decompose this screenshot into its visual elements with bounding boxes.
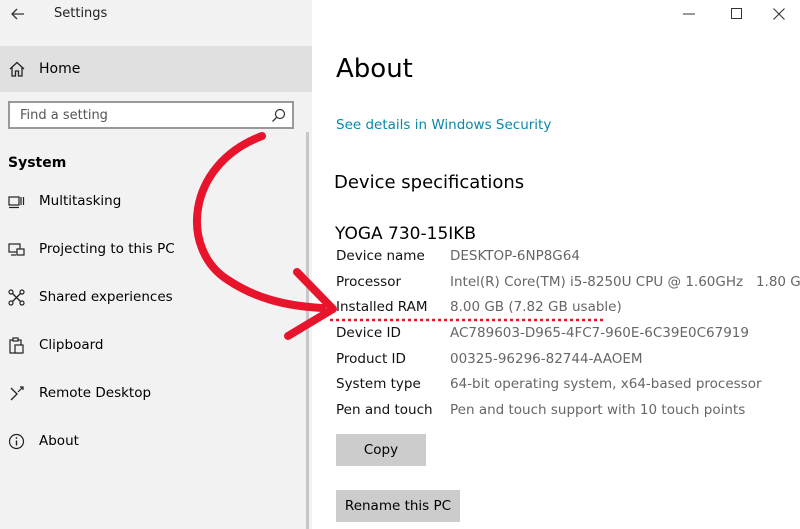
device-model-name: YOGA 730-15IKB bbox=[335, 224, 477, 244]
spec-label: System type bbox=[336, 376, 421, 392]
maximize-icon bbox=[731, 8, 742, 19]
spec-label: Installed RAM bbox=[336, 299, 428, 315]
search-icon[interactable] bbox=[271, 108, 286, 123]
sidebar-item-label: Shared experiences bbox=[39, 289, 173, 305]
close-icon bbox=[773, 8, 785, 20]
home-icon bbox=[8, 60, 26, 78]
spec-row-pen-touch: Pen and touch Pen and touch support with… bbox=[336, 402, 796, 424]
page-title: About bbox=[336, 54, 413, 84]
sidebar-item-label: About bbox=[39, 433, 79, 449]
sidebar-item-label: Multitasking bbox=[39, 193, 122, 209]
nav-home[interactable]: Home bbox=[0, 46, 312, 92]
sidebar-item-about[interactable]: About bbox=[0, 422, 312, 462]
arrow-left-icon bbox=[11, 8, 24, 20]
sidebar: Settings Home System Multita bbox=[0, 0, 312, 529]
back-button[interactable] bbox=[8, 4, 28, 24]
spec-label: Processor bbox=[336, 274, 402, 290]
spec-value: 8.00 GB (7.82 GB usable) bbox=[450, 299, 622, 315]
multitasking-icon bbox=[8, 193, 25, 210]
sidebar-item-clipboard[interactable]: Clipboard bbox=[0, 326, 312, 366]
spec-value: Pen and touch support with 10 touch poin… bbox=[450, 402, 746, 418]
sidebar-item-projecting[interactable]: Projecting to this PC bbox=[0, 230, 312, 270]
spec-row-installed-ram: Installed RAM 8.00 GB (7.82 GB usable) bbox=[336, 299, 796, 321]
spec-value: Intel(R) Core(TM) i5-8250U CPU @ 1.60GHz… bbox=[450, 274, 800, 290]
spec-value: 00325-96296-82744-AAOEM bbox=[450, 351, 643, 367]
close-button[interactable] bbox=[764, 2, 794, 26]
device-specs-heading: Device specifications bbox=[334, 172, 525, 193]
info-icon bbox=[8, 433, 25, 450]
projector-icon bbox=[8, 241, 25, 258]
copy-button[interactable]: Copy bbox=[336, 434, 426, 466]
clipboard-icon bbox=[8, 337, 25, 354]
sidebar-item-remote-desktop[interactable]: Remote Desktop bbox=[0, 374, 312, 414]
remote-desktop-icon bbox=[8, 385, 25, 402]
app-title: Settings bbox=[54, 6, 108, 21]
sidebar-item-label: Clipboard bbox=[39, 337, 104, 353]
sidebar-item-label: Remote Desktop bbox=[39, 385, 152, 401]
section-title-system: System bbox=[8, 155, 67, 171]
nav-home-label: Home bbox=[39, 61, 81, 77]
spec-label: Device ID bbox=[336, 325, 401, 341]
spec-row-processor: Processor Intel(R) Core(TM) i5-8250U CPU… bbox=[336, 274, 800, 296]
spec-row-system-type: System type 64-bit operating system, x64… bbox=[336, 376, 796, 398]
sidebar-item-multitasking[interactable]: Multitasking bbox=[0, 182, 312, 222]
spec-value: AC789603-D965-4FC7-960E-6C39E0C67919 bbox=[450, 325, 749, 341]
spec-row-product-id: Product ID 00325-96296-82744-AAOEM bbox=[336, 351, 796, 373]
sidebar-item-shared-experiences[interactable]: Shared experiences bbox=[0, 278, 312, 318]
sidebar-item-label: Projecting to this PC bbox=[39, 241, 175, 257]
windows-security-link[interactable]: See details in Windows Security bbox=[336, 117, 551, 133]
spec-row-device-name: Device name DESKTOP-6NP8G64 bbox=[336, 248, 796, 270]
rename-pc-button[interactable]: Rename this PC bbox=[336, 490, 460, 522]
spec-value: 64-bit operating system, x64-based proce… bbox=[450, 376, 762, 392]
sidebar-scrollbar[interactable] bbox=[306, 132, 309, 529]
spec-row-device-id: Device ID AC789603-D965-4FC7-960E-6C39E0… bbox=[336, 325, 796, 347]
shared-experiences-icon bbox=[8, 289, 25, 306]
minimize-icon bbox=[683, 13, 695, 15]
search-box bbox=[8, 101, 294, 129]
maximize-button[interactable] bbox=[722, 2, 752, 26]
titlebar: Settings bbox=[0, 0, 312, 28]
search-input[interactable] bbox=[10, 103, 270, 127]
spec-label: Product ID bbox=[336, 351, 406, 367]
spec-label: Device name bbox=[336, 248, 425, 264]
spec-value: DESKTOP-6NP8G64 bbox=[450, 248, 580, 264]
minimize-button[interactable] bbox=[674, 2, 704, 26]
spec-label: Pen and touch bbox=[336, 402, 433, 418]
